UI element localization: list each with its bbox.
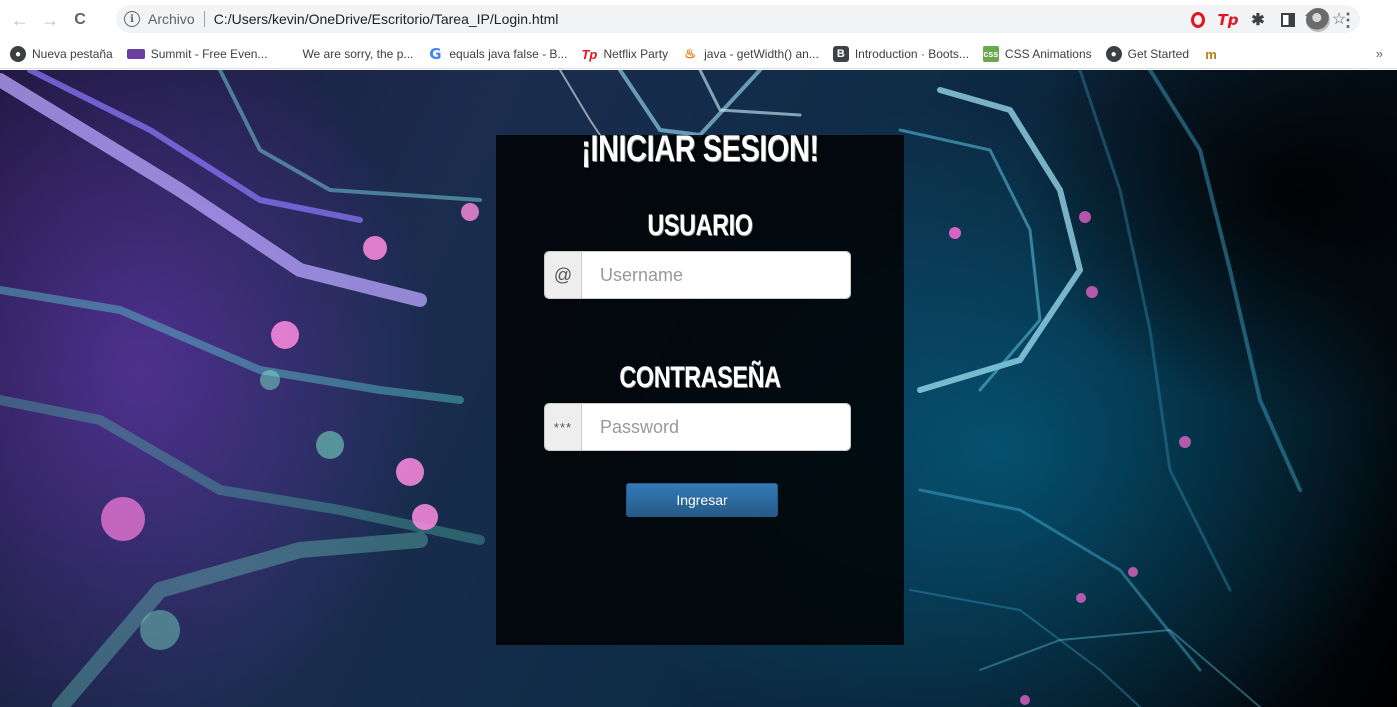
address-separator <box>203 11 205 27</box>
username-input-group: @ <box>545 252 850 298</box>
profile-avatar[interactable] <box>1306 8 1330 32</box>
bookmark-netflix-party[interactable]: Tp Netflix Party <box>581 46 668 62</box>
globe-icon: ● <box>1105 46 1122 62</box>
bookmark-label: Summit - Free Even... <box>150 47 268 61</box>
username-input[interactable] <box>582 252 850 298</box>
opera-extension-icon[interactable] <box>1186 8 1210 32</box>
password-input-group: *** <box>545 404 850 450</box>
bookmark-microsoft[interactable]: We are sorry, the p... <box>281 47 413 62</box>
bookmarks-bar: ● Nueva pestaña Summit - Free Even... We… <box>0 40 1397 69</box>
browser-menu-icon[interactable]: ⋮ <box>1336 8 1360 32</box>
bookmark-label: java - getWidth() an... <box>704 47 819 61</box>
teleparty-icon: Tp <box>581 46 598 62</box>
browser-toolbar: ← → C i Archivo C:/Users/kevin/OneDrive/… <box>0 0 1397 40</box>
password-label: CONTRASEÑA <box>619 361 781 394</box>
extensions-area: Tp ✱ ⋮ <box>1180 6 1360 34</box>
info-icon[interactable]: i <box>124 11 140 27</box>
bookmark-bootstrap[interactable]: B Introduction · Boots... <box>832 46 969 62</box>
forward-icon[interactable]: → <box>38 8 62 32</box>
reload-icon[interactable]: C <box>68 8 92 32</box>
bookmark-summit[interactable]: Summit - Free Even... <box>126 47 268 61</box>
bootstrap-icon: B <box>832 46 849 62</box>
moodle-icon: m <box>1205 46 1217 62</box>
bookmark-label: We are sorry, the p... <box>302 47 414 61</box>
username-label: USUARIO <box>647 209 753 242</box>
css-icon: css <box>982 46 999 62</box>
java-icon: ♨ <box>684 46 696 61</box>
bookmark-css-animations[interactable]: css CSS Animations <box>982 46 1092 62</box>
extensions-puzzle-icon[interactable]: ✱ <box>1246 8 1270 32</box>
bookmark-moodle[interactable]: m <box>1203 46 1225 62</box>
bookmark-label: CSS Animations <box>1004 47 1092 61</box>
bookmark-label: Get Started <box>1127 47 1189 61</box>
at-sign-icon: @ <box>545 252 582 298</box>
more-bookmarks-icon[interactable]: » <box>1376 46 1383 61</box>
address-url[interactable]: C:/Users/kevin/OneDrive/Escritorio/Tarea… <box>214 11 559 27</box>
bookmark-get-started[interactable]: ● Get Started <box>1105 46 1189 62</box>
globe-icon: ● <box>10 46 26 62</box>
teleparty-extension-icon[interactable]: Tp <box>1216 8 1240 32</box>
address-scheme-label: Archivo <box>148 11 195 27</box>
back-icon[interactable]: ← <box>8 8 32 32</box>
password-mask-icon: *** <box>545 404 582 450</box>
bookmark-label: Introduction · Boots... <box>854 47 969 61</box>
summit-icon <box>126 49 145 59</box>
bookmark-java[interactable]: ♨ java - getWidth() an... <box>682 46 819 62</box>
microsoft-icon <box>281 47 296 62</box>
side-panel-icon[interactable] <box>1276 8 1300 32</box>
login-title: ¡INICIAR SESION! <box>581 128 819 169</box>
bookmark-label: equals java false - B... <box>449 47 568 61</box>
password-input[interactable] <box>582 404 850 450</box>
bookmark-label: Netflix Party <box>603 47 669 61</box>
login-submit-button[interactable]: Ingresar <box>626 483 778 517</box>
bookmark-label: Nueva pestaña <box>32 47 113 61</box>
google-icon: G <box>429 45 442 63</box>
address-bar[interactable]: i Archivo C:/Users/kevin/OneDrive/Escrit… <box>116 5 1360 33</box>
bookmark-google-search[interactable]: G equals java false - B... <box>427 45 568 63</box>
bookmark-nueva-pestana[interactable]: ● Nueva pestaña <box>10 46 113 62</box>
